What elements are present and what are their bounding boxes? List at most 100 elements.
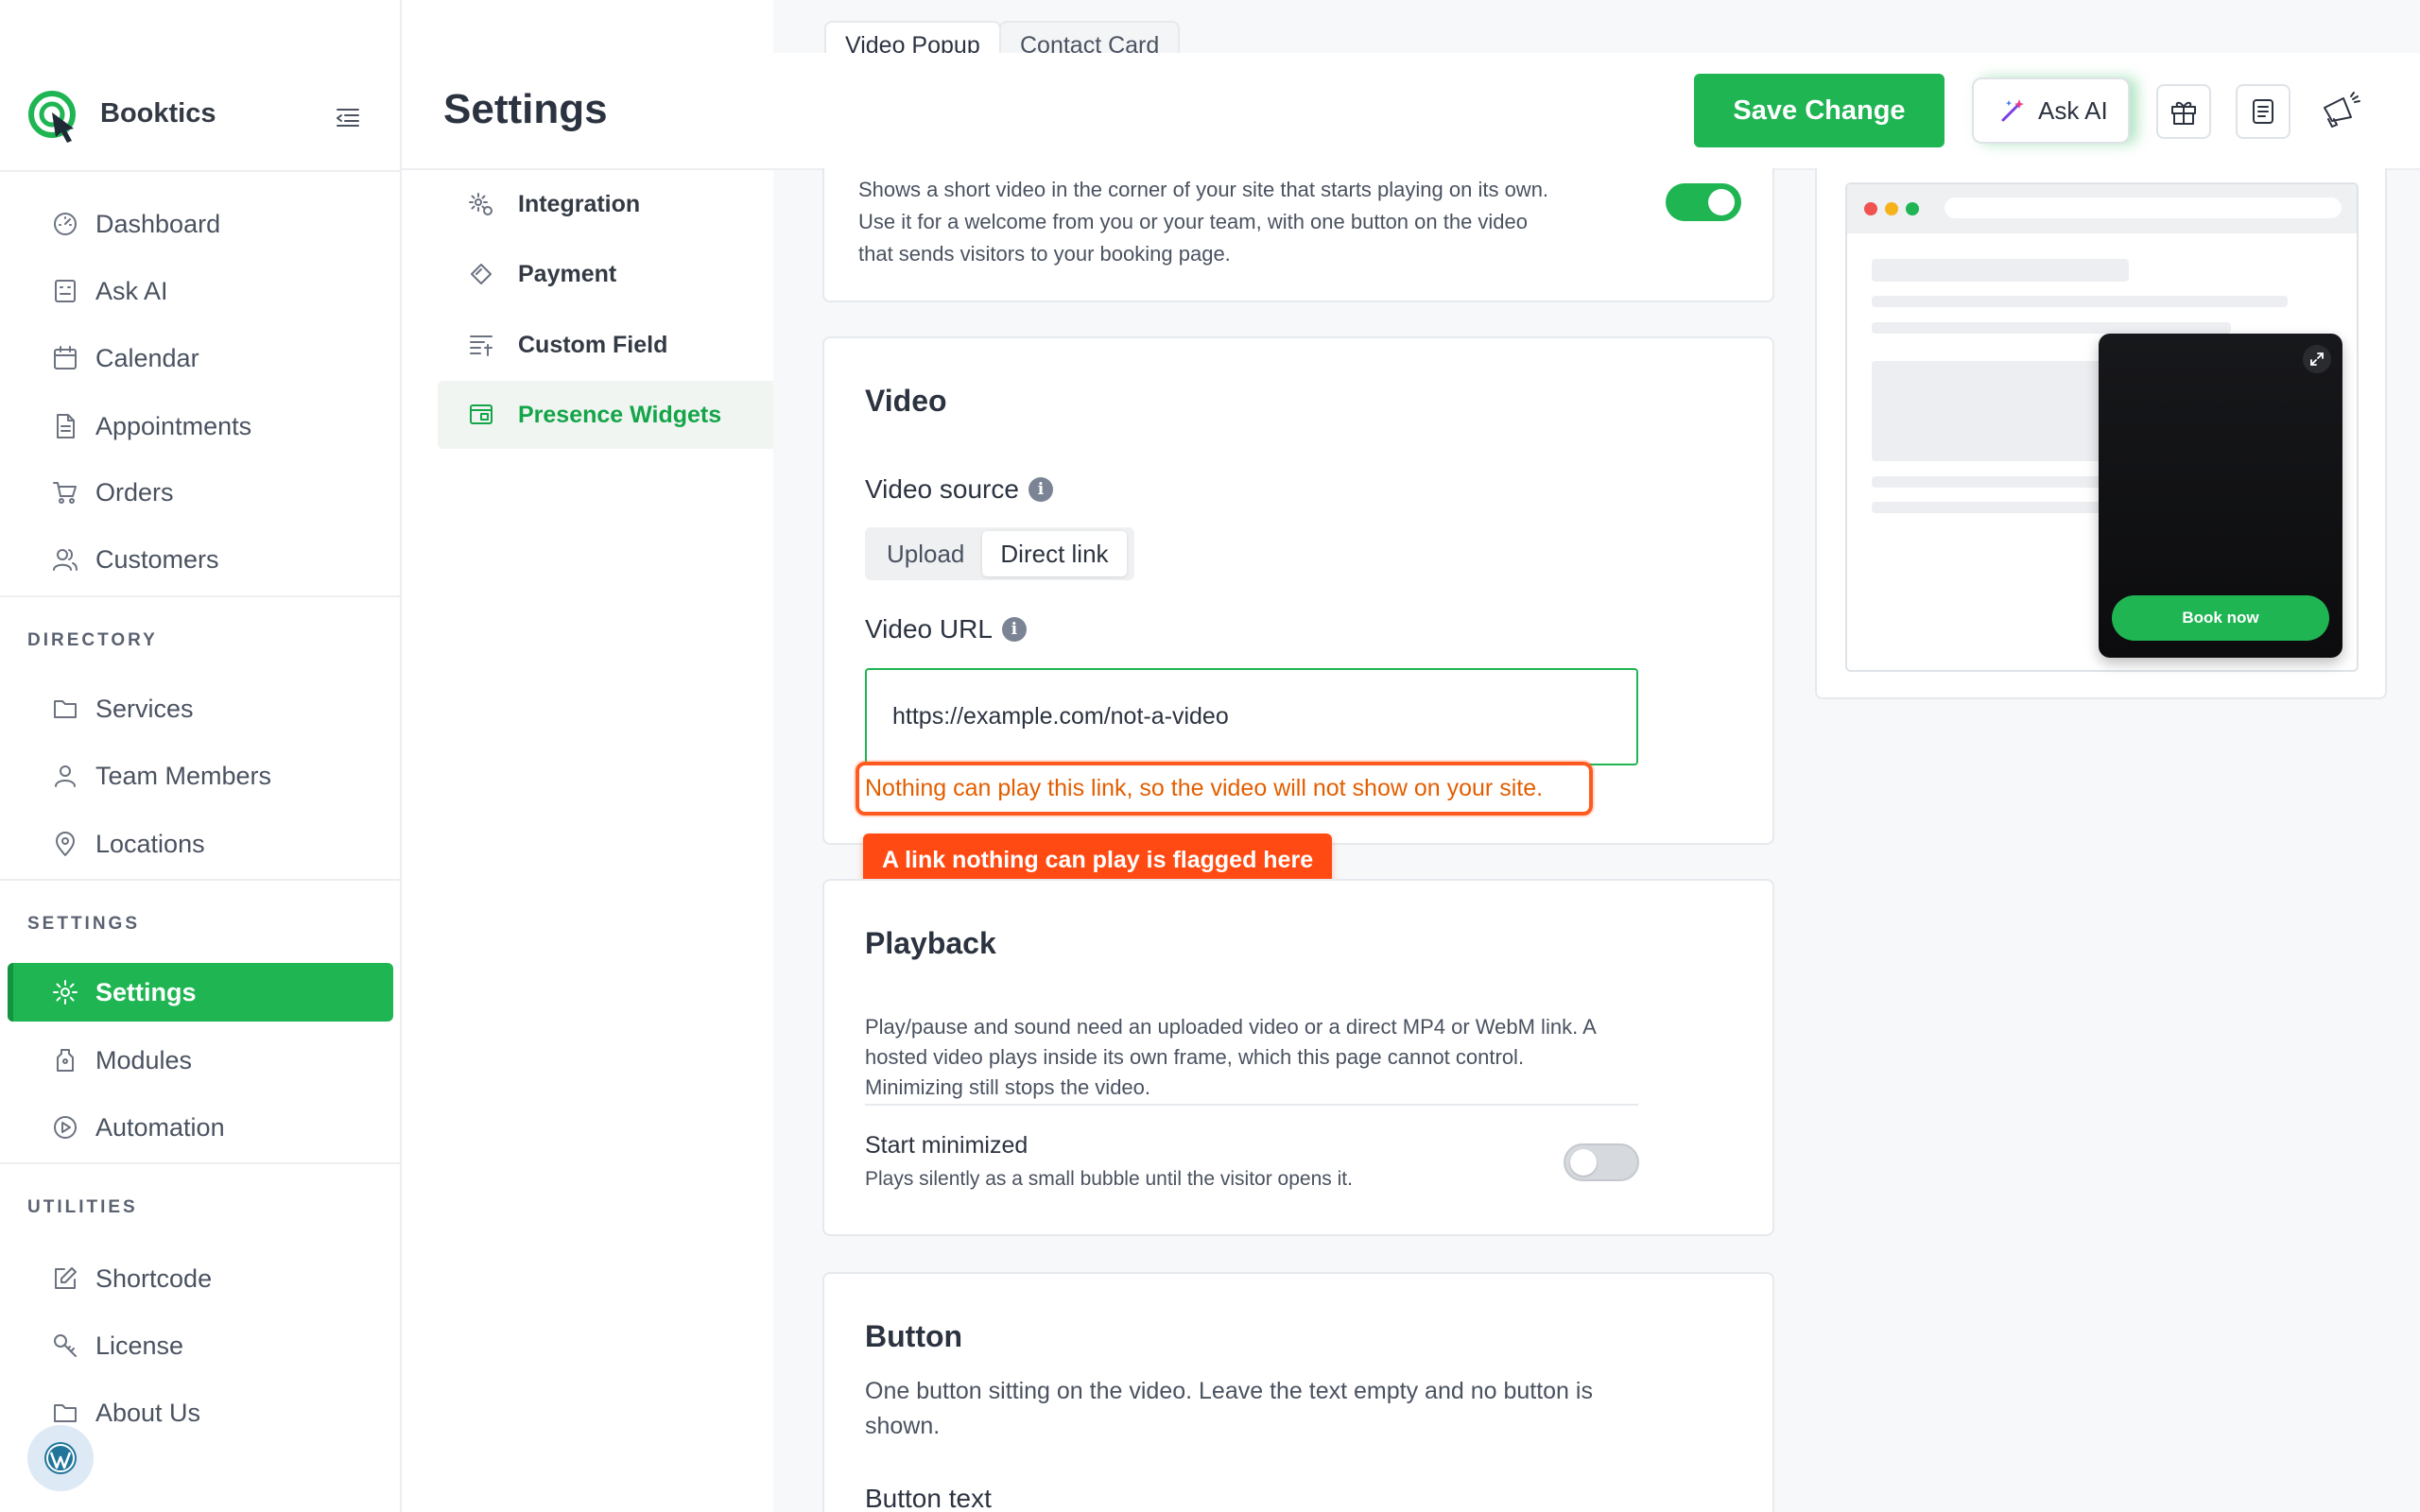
- skeleton-line: [1872, 296, 2288, 307]
- intro-text-line: that sends visitors to your booking page…: [858, 242, 1231, 266]
- expand-button[interactable]: [2303, 345, 2331, 373]
- play-circle-icon: [54, 1116, 77, 1139]
- divider: [865, 1104, 1638, 1106]
- sidebar-item-label: Shortcode: [95, 1264, 213, 1293]
- subnav-item-custom-field[interactable]: Custom Field: [438, 311, 773, 379]
- wordpress-icon: [44, 1442, 77, 1474]
- url-error-highlight: Nothing can play this link, so the video…: [856, 762, 1593, 816]
- dashboard-icon: [54, 213, 77, 235]
- user-icon: [55, 765, 76, 787]
- video-source-label-row: Video source i: [865, 474, 1053, 505]
- browser-url-bar: [1945, 198, 2342, 218]
- sidebar-item-services[interactable]: Services: [8, 679, 393, 738]
- booktics-logo-icon: [28, 91, 76, 143]
- enable-video-popup-toggle[interactable]: [1666, 183, 1741, 221]
- sidebar-item-label: About Us: [95, 1399, 201, 1427]
- source-option-direct-link[interactable]: Direct link: [982, 531, 1127, 576]
- subnav-item-payment[interactable]: Payment: [438, 240, 773, 308]
- sidebar-item-label: Customers: [95, 545, 219, 574]
- sidebar-item-shortcode[interactable]: Shortcode: [8, 1249, 393, 1308]
- skeleton-line: [1872, 502, 2118, 513]
- brand-name: Booktics: [100, 98, 216, 129]
- sidebar-item-dashboard[interactable]: Dashboard: [8, 195, 393, 253]
- announcements-button[interactable]: [2311, 81, 2370, 140]
- subnav-item-label: Presence Widgets: [518, 402, 722, 428]
- sidebar-item-customers[interactable]: Customers: [8, 530, 393, 589]
- browser-toolbar: [1847, 184, 2357, 233]
- button-text-label: Button text: [865, 1484, 992, 1512]
- sidebar-item-label: Team Members: [95, 762, 272, 790]
- expand-icon: [2310, 352, 2324, 366]
- sidebar-item-calendar[interactable]: Calendar: [8, 329, 393, 387]
- menu-collapse-icon: [337, 109, 359, 127]
- sidebar-item-ask-ai[interactable]: Ask AI: [8, 262, 393, 320]
- subnav-item-integration[interactable]: Integration: [438, 170, 773, 238]
- card-title: Video: [865, 384, 947, 418]
- video-url-input[interactable]: [865, 668, 1638, 765]
- docs-button[interactable]: [2236, 84, 2290, 139]
- cart-icon: [53, 482, 77, 504]
- sidebar-item-team-members[interactable]: Team Members: [8, 747, 393, 805]
- card-title: Button: [865, 1319, 963, 1353]
- sidebar-item-label: Services: [95, 695, 194, 723]
- sidebar-item-label: License: [95, 1332, 184, 1360]
- subnav-item-presence-widgets[interactable]: Presence Widgets: [438, 381, 773, 449]
- url-error-message: Nothing can play this link, so the video…: [865, 775, 1544, 801]
- gift-icon: [2171, 101, 2196, 125]
- sidebar-item-license[interactable]: License: [8, 1316, 393, 1375]
- start-minimized-toggle[interactable]: [1564, 1143, 1639, 1181]
- sidebar-item-automation[interactable]: Automation: [8, 1098, 393, 1157]
- widget-icon: [470, 404, 493, 424]
- video-source-label: Video source: [865, 474, 1019, 504]
- info-icon[interactable]: i: [1001, 617, 1027, 642]
- sidebar-item-settings[interactable]: Settings: [8, 963, 393, 1022]
- section-title-settings: SETTINGS: [27, 914, 141, 934]
- integration-gear-icon: [469, 193, 493, 215]
- section-title-directory: DIRECTORY: [27, 630, 158, 650]
- source-option-upload[interactable]: Upload: [869, 531, 982, 576]
- toggle-knob: [1708, 189, 1735, 215]
- sidebar-item-label: Ask AI: [95, 277, 168, 305]
- robot-icon: [55, 280, 76, 302]
- intro-text-line: Shows a short video in the corner of you…: [858, 178, 1549, 201]
- sidebar-item-orders[interactable]: Orders: [8, 463, 393, 522]
- page-title: Settings: [443, 86, 608, 132]
- sidebar-item-label: Calendar: [95, 344, 199, 372]
- sidebar-item-locations[interactable]: Locations: [8, 815, 393, 873]
- page-header: Settings Save Change Ask AI: [402, 53, 2420, 170]
- section-title-utilities: UTILITIES: [27, 1197, 138, 1217]
- info-icon[interactable]: i: [1028, 477, 1053, 502]
- start-minimized-label: Start minimized: [865, 1132, 1028, 1159]
- tag-icon: [57, 1049, 74, 1072]
- video-popup-preview: Book now: [2099, 334, 2342, 658]
- book-now-button[interactable]: Book now: [2112, 595, 2329, 641]
- location-pin-icon: [56, 832, 75, 856]
- sidebar-item-modules[interactable]: Modules: [8, 1031, 393, 1090]
- playback-card: Playback Play/pause and sound need an up…: [822, 879, 1774, 1236]
- main-sidebar: Booktics Dashboard Ask AI Calendar Appoi…: [0, 0, 402, 1512]
- video-url-label: Video URL: [865, 614, 993, 644]
- calendar-icon: [54, 346, 77, 369]
- payment-icon: [471, 264, 492, 284]
- edit-icon: [55, 1267, 77, 1289]
- gear-icon: [53, 980, 78, 1005]
- document-icon: [57, 414, 75, 438]
- sidebar-item-label: Appointments: [95, 412, 252, 440]
- start-minimized-description: Plays silently as a small bubble until t…: [865, 1168, 1353, 1190]
- card-title: Playback: [865, 926, 996, 960]
- brand-header: Booktics: [0, 0, 400, 172]
- playback-text-line: Minimizing still stops the video.: [865, 1075, 1151, 1099]
- skeleton-block: [1872, 361, 2118, 461]
- wordpress-button[interactable]: [27, 1425, 94, 1491]
- sparkle-icon: [2001, 99, 2024, 122]
- playback-text-line: hosted video plays inside its own frame,…: [865, 1045, 1525, 1069]
- sidebar-item-appointments[interactable]: Appointments: [8, 397, 393, 455]
- skeleton-line: [1872, 476, 2118, 488]
- ask-ai-button[interactable]: Ask AI: [1972, 77, 2130, 144]
- save-change-button[interactable]: Save Change: [1694, 74, 1945, 147]
- collapse-sidebar-button[interactable]: [331, 100, 365, 134]
- intro-text-line: Use it for a welcome from you or your te…: [858, 210, 1529, 233]
- sidebar-item-label: Orders: [95, 478, 174, 507]
- gift-button[interactable]: [2156, 84, 2211, 139]
- users-icon: [53, 549, 78, 571]
